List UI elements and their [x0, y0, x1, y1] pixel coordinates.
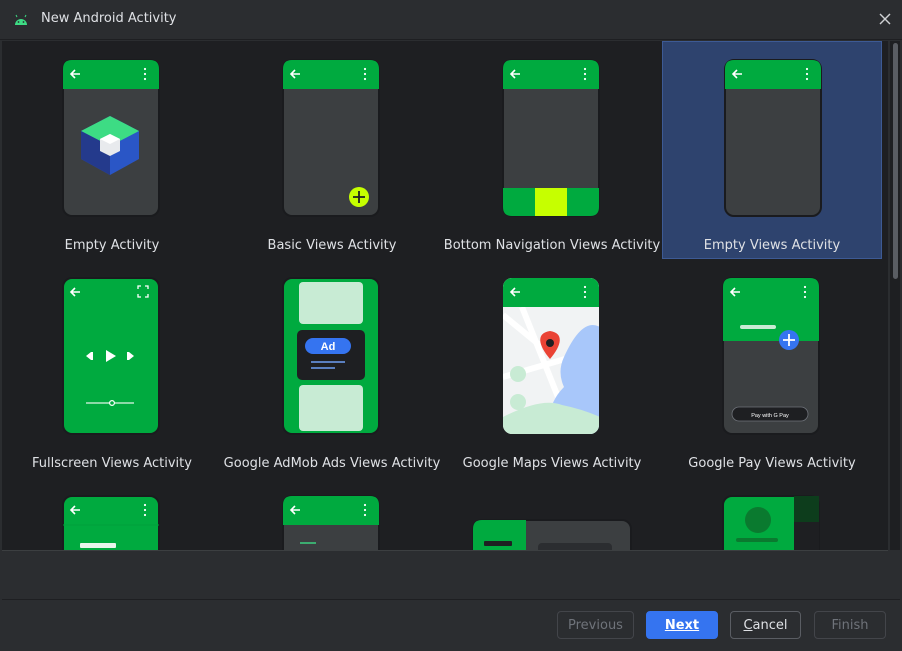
- cancel-label-rest: ancel: [752, 617, 788, 633]
- admob-preview: Ad: [282, 277, 380, 435]
- template-bottom-navigation-views-activity[interactable]: Bottom Navigation Views Activity: [442, 41, 662, 259]
- bottom-navigation-preview: [502, 59, 600, 217]
- template-google-pay-views-activity[interactable]: Pay with G Pay Google Pay Views Activity: [662, 259, 882, 477]
- template-partial-2[interactable]: [222, 477, 442, 550]
- template-label: Google Pay Views Activity: [688, 456, 856, 471]
- template-basic-views-activity[interactable]: Basic Views Activity: [222, 41, 442, 259]
- close-button[interactable]: [872, 6, 898, 32]
- template-label: Empty Views Activity: [703, 238, 841, 253]
- template-gallery[interactable]: Empty Activity Basic Views Activity Bott…: [2, 41, 888, 550]
- empty-views-preview: [724, 59, 822, 217]
- status-area: [2, 551, 900, 599]
- cancel-label-mnemonic: C: [743, 617, 753, 633]
- maps-preview: [503, 278, 599, 434]
- template-partial-3[interactable]: [442, 477, 662, 550]
- fullscreen-preview: [62, 277, 160, 435]
- gpay-preview: Pay with G Pay: [722, 277, 820, 435]
- partial-preview-4: [722, 495, 820, 550]
- partial-preview-2: [282, 495, 380, 550]
- dialog-footer: Previous Next Cancel Finish: [0, 600, 902, 651]
- template-google-admob-ads-views-activity[interactable]: Ad Google AdMob Ads Views Activity: [222, 259, 442, 477]
- gallery-scrollbar[interactable]: [890, 41, 900, 550]
- template-label: Bottom Navigation Views Activity: [443, 238, 661, 253]
- gpay-button-text: Pay with G Pay: [751, 413, 789, 419]
- template-label: Google AdMob Ads Views Activity: [223, 456, 441, 471]
- ad-badge-text: Ad: [321, 341, 336, 353]
- previous-button[interactable]: Previous: [557, 611, 634, 639]
- empty-activity-preview: [62, 59, 160, 217]
- finish-button[interactable]: Finish: [814, 611, 886, 639]
- close-icon: [879, 13, 891, 25]
- template-fullscreen-views-activity[interactable]: Fullscreen Views Activity: [2, 259, 222, 477]
- android-icon: [15, 14, 27, 25]
- template-google-maps-views-activity[interactable]: Google Maps Views Activity: [442, 259, 662, 477]
- template-partial-1[interactable]: [2, 477, 222, 550]
- title-bar: New Android Activity: [0, 0, 902, 40]
- template-label: Google Maps Views Activity: [462, 456, 642, 471]
- template-partial-4[interactable]: [662, 477, 882, 550]
- scrollbar-thumb[interactable]: [893, 43, 898, 279]
- basic-views-preview: [282, 59, 380, 217]
- partial-preview-3: [472, 519, 632, 550]
- template-empty-activity[interactable]: Empty Activity: [2, 41, 222, 259]
- next-button[interactable]: Next: [646, 611, 718, 639]
- template-label: Fullscreen Views Activity: [32, 456, 192, 471]
- partial-preview-1: [62, 495, 160, 550]
- window-title: New Android Activity: [41, 11, 177, 26]
- cancel-button[interactable]: Cancel: [730, 611, 801, 639]
- template-empty-views-activity[interactable]: Empty Views Activity: [662, 41, 882, 259]
- template-label: Empty Activity: [64, 238, 160, 253]
- template-label: Basic Views Activity: [267, 238, 397, 253]
